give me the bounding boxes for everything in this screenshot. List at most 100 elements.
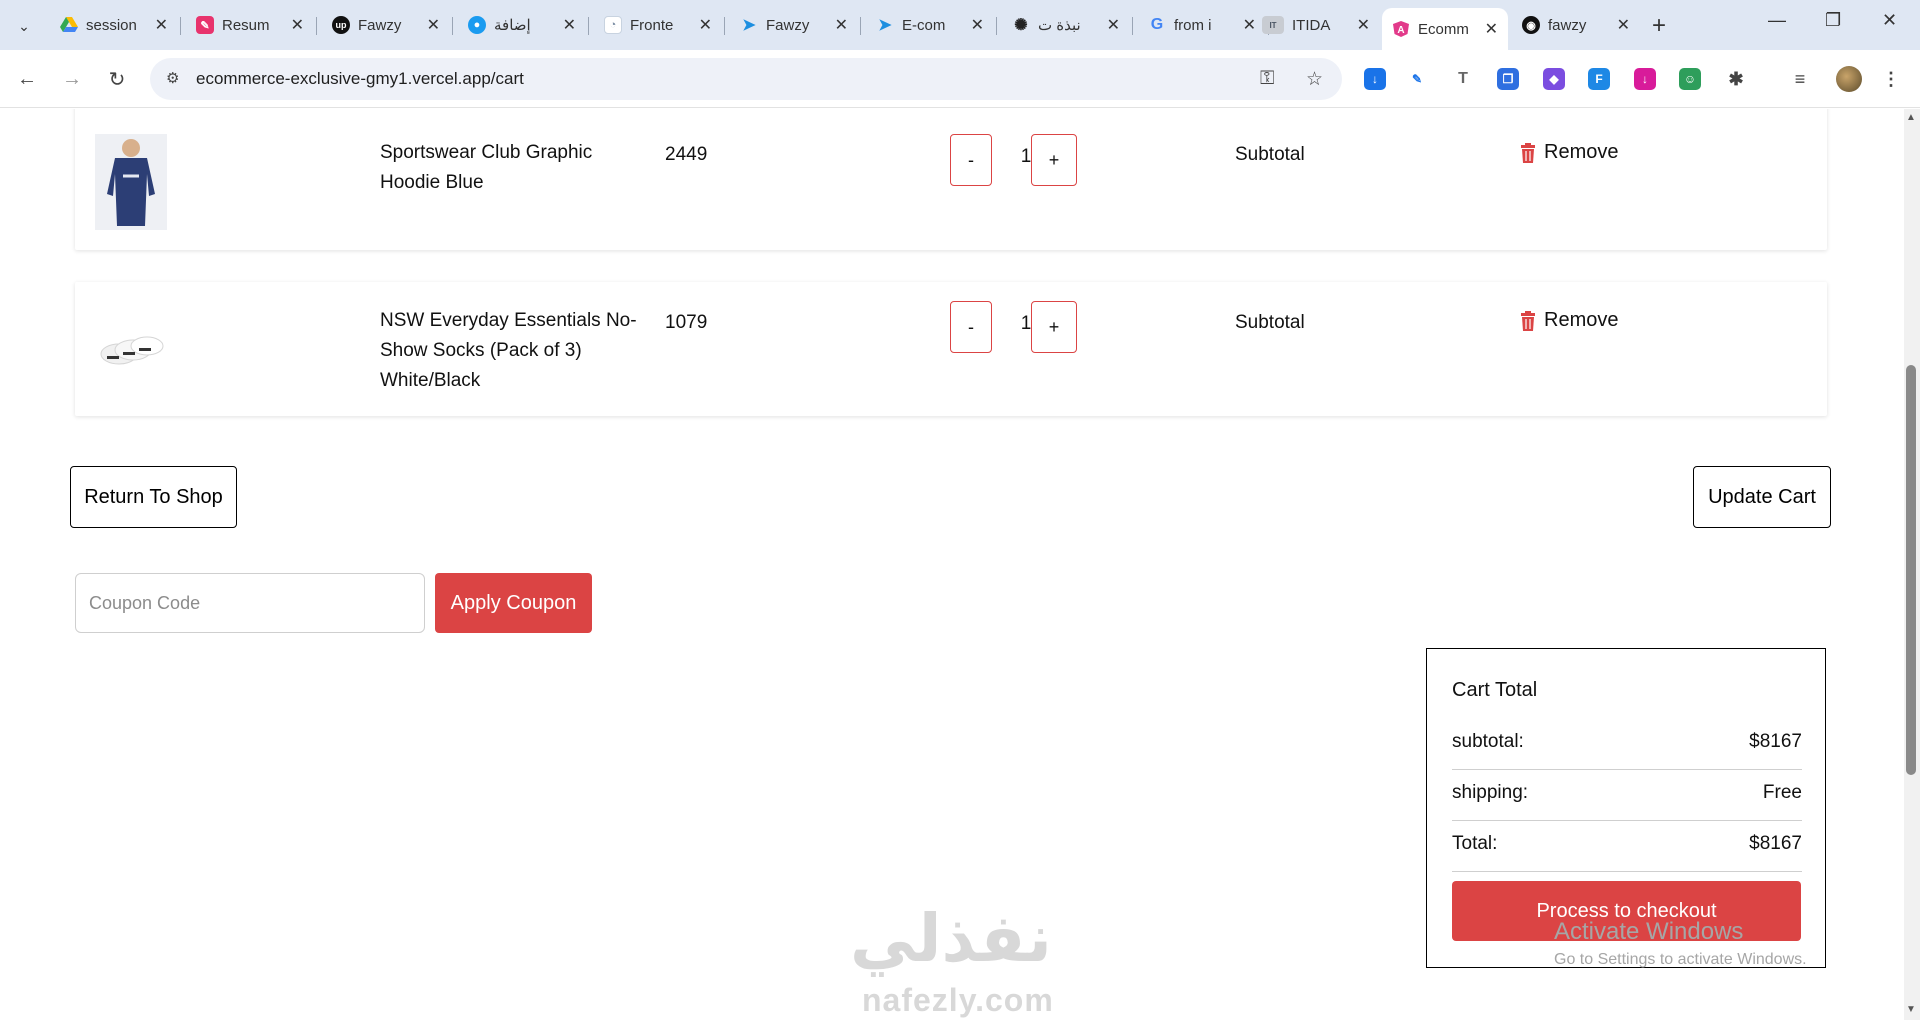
media-control-icon[interactable]: ≡	[1789, 68, 1811, 90]
hoodie-image	[95, 134, 167, 230]
google-drive-icon	[60, 16, 78, 34]
google-icon: G	[1150, 16, 1164, 33]
tab-title: from i	[1174, 16, 1212, 34]
tab-title: ITIDA	[1292, 16, 1331, 34]
pen-extension-icon[interactable]: ✎	[1406, 68, 1428, 90]
shipping-label: shipping:	[1452, 782, 1529, 803]
robot-extension-icon[interactable]: ☺	[1679, 68, 1701, 90]
back-icon[interactable]: ←	[12, 64, 42, 94]
tab-item[interactable]: ✎ Resum ✕	[186, 8, 314, 42]
close-tab-icon[interactable]: ✕	[1485, 19, 1498, 39]
scrollbar-thumb[interactable]	[1906, 365, 1916, 775]
reload-icon[interactable]: ↻	[102, 64, 132, 94]
close-tab-icon[interactable]: ✕	[1107, 15, 1120, 35]
total-row: Total: $8167	[1452, 821, 1802, 872]
purple-extension-icon[interactable]: ◆	[1543, 68, 1565, 90]
forward-icon[interactable]: →	[57, 64, 87, 94]
activate-windows-subtitle: Go to Settings to activate Windows.	[1554, 951, 1807, 968]
text-extension-icon[interactable]: T	[1452, 68, 1474, 90]
download-extension-icon[interactable]: ↓	[1364, 68, 1386, 90]
increase-qty-button[interactable]: +	[1031, 134, 1077, 186]
svg-text:A: A	[1397, 25, 1404, 36]
save-extension-icon[interactable]: ↓	[1634, 68, 1656, 90]
tab-title: Fronte	[630, 16, 674, 34]
upwork-icon: up	[332, 16, 350, 34]
close-tab-icon[interactable]: ✕	[1357, 15, 1370, 35]
tab-search-chevron-icon[interactable]: ⌄	[10, 12, 38, 40]
increase-qty-button[interactable]: +	[1031, 301, 1077, 353]
cart-total-title: Cart Total	[1452, 679, 1538, 701]
remove-label: Remove	[1544, 141, 1619, 163]
remove-label: Remove	[1544, 309, 1619, 331]
doc-page-icon: ◔	[604, 16, 622, 34]
tab-strip: ⌄ session ✕ ✎ Resum ✕ up Fawzy ✕ ● إضافة…	[0, 0, 1920, 50]
angular-icon: A	[1392, 20, 1410, 38]
trash-icon	[1521, 142, 1535, 163]
password-key-icon[interactable]: ⚿	[1260, 68, 1274, 90]
close-tab-icon[interactable]: ✕	[971, 15, 984, 35]
tab-item-active[interactable]: A Ecomm ✕	[1382, 8, 1508, 50]
tab-item[interactable]: ➤ Fawzy ✕	[730, 8, 858, 42]
url-text[interactable]: ecommerce-exclusive-gmy1.vercel.app/cart	[196, 69, 524, 89]
tab-item[interactable]: ✺ نبذة ت ✕	[1002, 8, 1130, 42]
socks-image	[95, 300, 167, 396]
product-price: 1079	[665, 312, 708, 333]
tab-item[interactable]: session ✕	[50, 8, 178, 42]
nafezly-watermark: nafezly.com	[862, 982, 1054, 1018]
scroll-down-arrow-icon[interactable]: ▼	[1906, 1004, 1916, 1015]
product-name[interactable]: Sportswear Club Graphic Hoodie Blue	[380, 138, 650, 198]
subtotal-value: $8167	[1749, 731, 1802, 752]
update-cart-button[interactable]: Update Cart	[1693, 466, 1831, 528]
remove-button[interactable]: Remove	[1520, 309, 1618, 332]
restore-icon[interactable]: ❐	[1825, 10, 1841, 31]
close-tab-icon[interactable]: ✕	[563, 15, 576, 35]
close-tab-icon[interactable]: ✕	[291, 15, 304, 35]
tab-item[interactable]: ◔ Fronte ✕	[594, 8, 722, 42]
tab-title: نبذة ت	[1038, 17, 1081, 34]
nafezly-watermark-arabic: نفذلي	[850, 900, 1052, 977]
tab-item[interactable]: IT ITIDA ✕	[1252, 8, 1380, 42]
profile-avatar[interactable]	[1836, 66, 1862, 92]
activate-windows-title: Activate Windows	[1554, 918, 1744, 945]
bookmark-star-icon[interactable]: ☆	[1306, 68, 1323, 91]
close-tab-icon[interactable]: ✕	[835, 15, 848, 35]
resume-app-icon: ✎	[196, 16, 214, 34]
total-value: $8167	[1749, 833, 1802, 854]
close-tab-icon[interactable]: ✕	[1617, 15, 1630, 35]
extensions-puzzle-icon[interactable]: ✱	[1725, 68, 1747, 90]
decrease-qty-button[interactable]: -	[950, 301, 992, 353]
itida-icon: IT	[1262, 16, 1284, 34]
close-tab-icon[interactable]: ✕	[699, 15, 712, 35]
tab-item[interactable]: ◉ fawzy ✕	[1512, 8, 1640, 42]
cart-item-row: Sportswear Club Graphic Hoodie Blue 2449…	[75, 109, 1827, 250]
shipping-value: Free	[1762, 782, 1802, 803]
tab-item[interactable]: ➤ E-com ✕	[866, 8, 994, 42]
scroll-up-arrow-icon[interactable]: ▲	[1906, 112, 1916, 123]
subtotal-row: subtotal: $8167	[1452, 719, 1802, 770]
tab-title: session	[86, 16, 137, 34]
tab-item[interactable]: ● إضافة ✕	[458, 8, 586, 42]
tab-item[interactable]: G from i ✕	[1138, 8, 1266, 42]
copy-extension-icon[interactable]: ❐	[1497, 68, 1519, 90]
new-tab-button[interactable]: +	[1652, 12, 1666, 40]
remove-button[interactable]: Remove	[1520, 141, 1618, 164]
decrease-qty-button[interactable]: -	[950, 134, 992, 186]
address-bar[interactable]: ⚙ ecommerce-exclusive-gmy1.vercel.app/ca…	[150, 58, 1342, 100]
apply-coupon-button[interactable]: Apply Coupon	[435, 573, 592, 633]
total-label: Total:	[1452, 833, 1498, 854]
tab-title: Resum	[222, 16, 270, 34]
minimize-icon[interactable]: —	[1768, 10, 1786, 31]
return-to-shop-button[interactable]: Return To Shop	[70, 466, 237, 528]
close-window-icon[interactable]: ✕	[1882, 10, 1897, 31]
fi-extension-icon[interactable]: F	[1588, 68, 1610, 90]
tab-title: Fawzy	[358, 16, 402, 34]
close-tab-icon[interactable]: ✕	[427, 15, 440, 35]
coupon-code-input[interactable]	[75, 573, 425, 633]
tab-item[interactable]: up Fawzy ✕	[322, 8, 450, 42]
menu-kebab-icon[interactable]: ⋮	[1880, 68, 1902, 90]
cart-item-row: NSW Everyday Essentials No-Show Socks (P…	[75, 282, 1827, 416]
site-info-icon[interactable]: ⚙	[166, 69, 186, 89]
kite-app-icon: ➤	[878, 17, 892, 34]
close-tab-icon[interactable]: ✕	[155, 15, 168, 35]
product-name[interactable]: NSW Everyday Essentials No-Show Socks (P…	[380, 306, 650, 396]
